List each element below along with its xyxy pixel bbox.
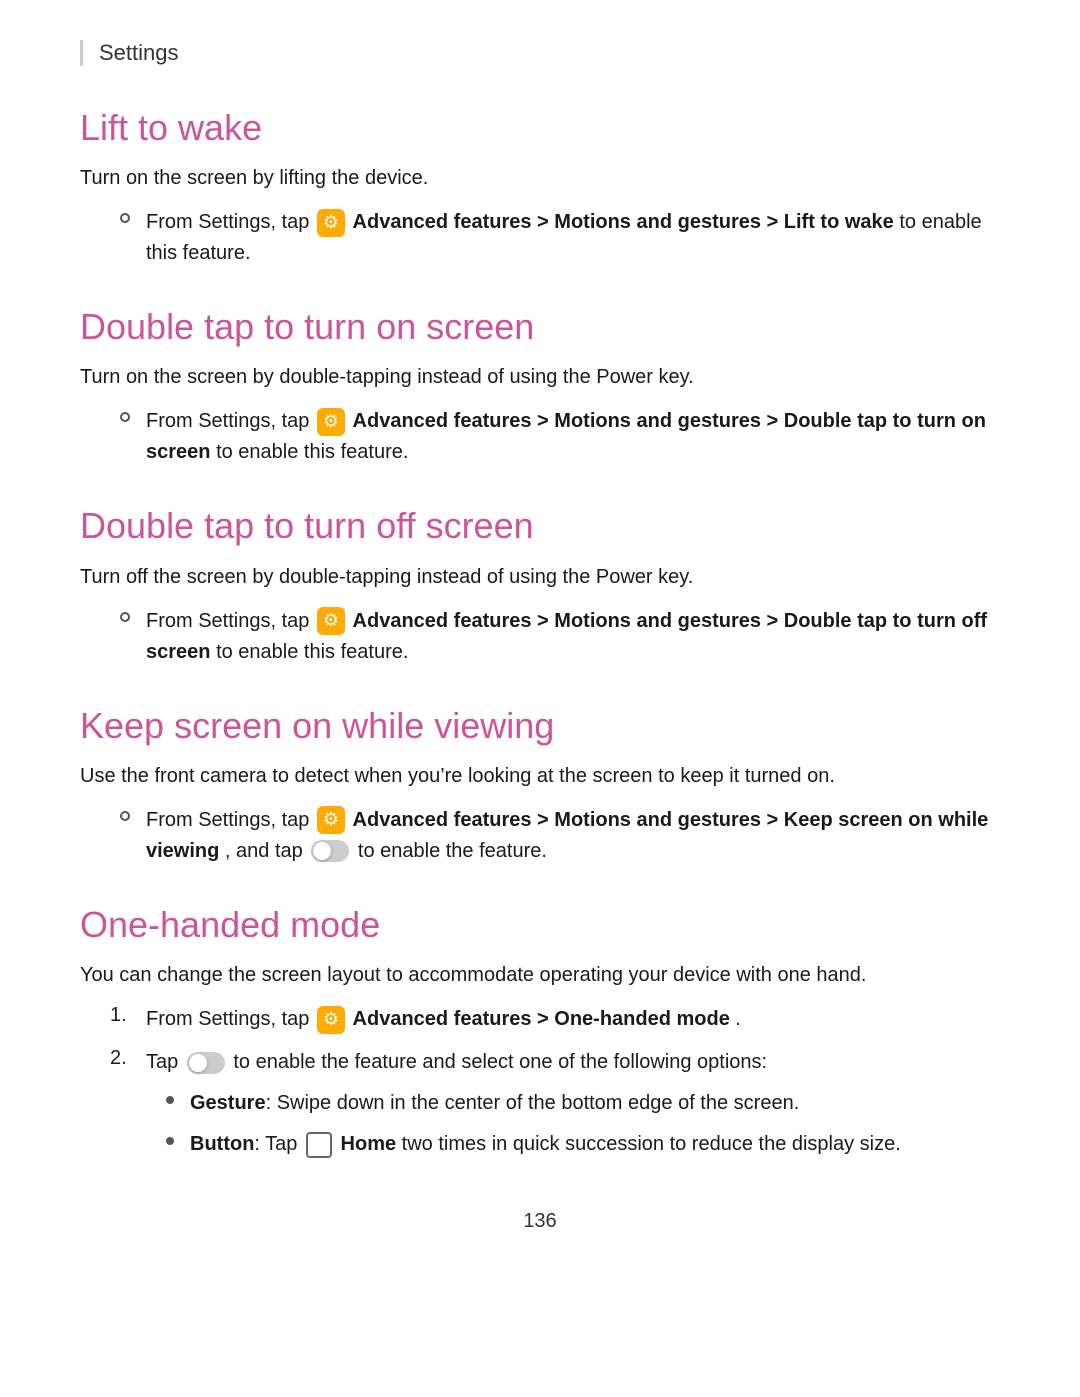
bullet-list-double-tap-on: From Settings, tap Advanced features > M… bbox=[80, 406, 1000, 468]
text-button-tap: : Tap bbox=[254, 1133, 303, 1155]
bullet-circle bbox=[120, 213, 130, 223]
bullet-text-double-tap-off-1: From Settings, tap Advanced features > M… bbox=[146, 606, 1000, 668]
settings-gear-icon bbox=[317, 408, 345, 436]
sub-bullet-item-button: Button: Tap Home two times in quick succ… bbox=[166, 1129, 901, 1160]
bullet-item-lift-to-wake-1: From Settings, tap Advanced features > M… bbox=[80, 207, 1000, 269]
page-container: Settings Lift to wake Turn on the screen… bbox=[0, 0, 1080, 1293]
toggle-icon bbox=[187, 1052, 225, 1074]
settings-gear-icon bbox=[317, 607, 345, 635]
sub-bullet-text-gesture: Gesture: Swipe down in the center of the… bbox=[190, 1088, 799, 1119]
text-from-settings: From Settings, tap bbox=[146, 809, 315, 831]
page-number: 136 bbox=[523, 1210, 556, 1232]
section-desc-keep-screen-on: Use the front camera to detect when you’… bbox=[80, 761, 1000, 791]
bullet-text-double-tap-on-1: From Settings, tap Advanced features > M… bbox=[146, 406, 1000, 468]
bullet-text-lift-to-wake-1: From Settings, tap Advanced features > M… bbox=[146, 207, 1000, 269]
numbered-item-1: 1. From Settings, tap Advanced features … bbox=[80, 1004, 1000, 1035]
bullet-list-double-tap-off: From Settings, tap Advanced features > M… bbox=[80, 606, 1000, 668]
path-lift-to-wake: Advanced features > Motions and gestures… bbox=[353, 211, 894, 233]
text-from-settings: From Settings, tap bbox=[146, 610, 315, 632]
section-desc-lift-to-wake: Turn on the screen by lifting the device… bbox=[80, 163, 1000, 193]
text-to-enable: to enable this feature. bbox=[216, 441, 408, 463]
text-enable-select: to enable the feature and select one of … bbox=[233, 1051, 767, 1073]
text-tap: Tap bbox=[146, 1051, 184, 1073]
bullet-circle bbox=[120, 811, 130, 821]
item-text-2: Tap to enable the feature and select one… bbox=[146, 1047, 901, 1170]
bold-home: Home bbox=[341, 1133, 397, 1155]
sub-bullet-list: Gesture: Swipe down in the center of the… bbox=[166, 1088, 901, 1160]
section-title-one-handed-mode: One-handed mode bbox=[80, 903, 1000, 946]
bullet-item-double-tap-on-1: From Settings, tap Advanced features > M… bbox=[80, 406, 1000, 468]
bullet-item-double-tap-off-1: From Settings, tap Advanced features > M… bbox=[80, 606, 1000, 668]
sub-bullet-item-gesture: Gesture: Swipe down in the center of the… bbox=[166, 1088, 901, 1119]
path-one-handed: Advanced features > One-handed mode bbox=[353, 1008, 730, 1030]
text-gesture: : Swipe down in the center of the bottom… bbox=[266, 1092, 800, 1114]
settings-gear-icon bbox=[317, 209, 345, 237]
item-number-1: 1. bbox=[110, 1004, 146, 1027]
text-period: . bbox=[735, 1008, 741, 1030]
page-footer: 136 bbox=[80, 1210, 1000, 1233]
section-title-double-tap-on: Double tap to turn on screen bbox=[80, 305, 1000, 348]
settings-gear-icon bbox=[317, 1006, 345, 1034]
text-and-tap: , and tap bbox=[225, 840, 303, 862]
bullet-circle bbox=[120, 412, 130, 422]
bold-gesture: Gesture bbox=[190, 1092, 266, 1114]
page-header: Settings bbox=[80, 40, 1000, 66]
text-from-settings: From Settings, tap bbox=[146, 211, 315, 233]
section-double-tap-off: Double tap to turn off screen Turn off t… bbox=[80, 504, 1000, 667]
bullet-list-keep-screen-on: From Settings, tap Advanced features > M… bbox=[80, 805, 1000, 867]
page-header-text: Settings bbox=[99, 40, 179, 65]
bullet-text-keep-screen-on-1: From Settings, tap Advanced features > M… bbox=[146, 805, 1000, 867]
sub-bullet-text-button: Button: Tap Home two times in quick succ… bbox=[190, 1129, 901, 1160]
section-lift-to-wake: Lift to wake Turn on the screen by lifti… bbox=[80, 106, 1000, 269]
numbered-list-one-handed: 1. From Settings, tap Advanced features … bbox=[80, 1004, 1000, 1170]
section-title-lift-to-wake: Lift to wake bbox=[80, 106, 1000, 149]
sub-bullet-dot bbox=[166, 1137, 174, 1145]
bullet-list-lift-to-wake: From Settings, tap Advanced features > M… bbox=[80, 207, 1000, 269]
section-title-keep-screen-on: Keep screen on while viewing bbox=[80, 704, 1000, 747]
section-double-tap-on: Double tap to turn on screen Turn on the… bbox=[80, 305, 1000, 468]
text-from-settings: From Settings, tap bbox=[146, 1008, 315, 1030]
text-to-enable: to enable this feature. bbox=[216, 641, 408, 663]
numbered-item-2: 2. Tap to enable the feature and select … bbox=[80, 1047, 1000, 1170]
text-to-enable-feature: to enable the feature. bbox=[358, 840, 547, 862]
section-one-handed-mode: One-handed mode You can change the scree… bbox=[80, 903, 1000, 1170]
section-keep-screen-on: Keep screen on while viewing Use the fro… bbox=[80, 704, 1000, 867]
section-desc-double-tap-off: Turn off the screen by double-tapping in… bbox=[80, 562, 1000, 592]
section-desc-one-handed-mode: You can change the screen layout to acco… bbox=[80, 960, 1000, 990]
bullet-circle bbox=[120, 612, 130, 622]
section-title-double-tap-off: Double tap to turn off screen bbox=[80, 504, 1000, 547]
text-from-settings: From Settings, tap bbox=[146, 410, 315, 432]
text-button-rest: two times in quick succession to reduce … bbox=[396, 1133, 901, 1155]
item-text-1: From Settings, tap Advanced features > O… bbox=[146, 1004, 741, 1035]
settings-gear-icon bbox=[317, 806, 345, 834]
section-desc-double-tap-on: Turn on the screen by double-tapping ins… bbox=[80, 362, 1000, 392]
item-number-2: 2. bbox=[110, 1047, 146, 1070]
bold-button: Button bbox=[190, 1133, 254, 1155]
home-icon bbox=[306, 1132, 332, 1158]
bullet-item-keep-screen-on-1: From Settings, tap Advanced features > M… bbox=[80, 805, 1000, 867]
toggle-icon bbox=[311, 840, 349, 862]
sub-bullet-dot bbox=[166, 1096, 174, 1104]
